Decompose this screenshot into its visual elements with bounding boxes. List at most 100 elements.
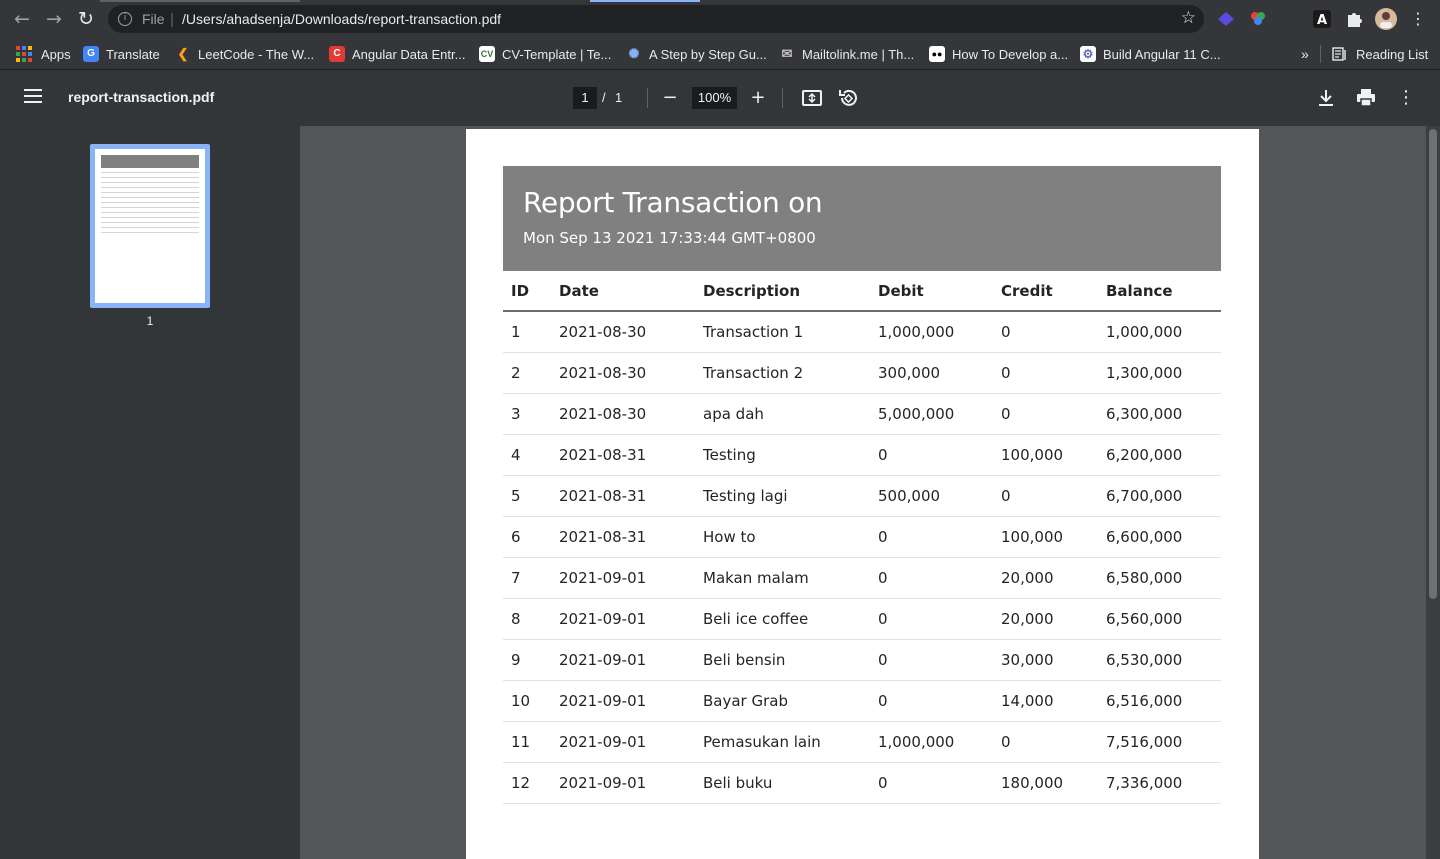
cell-balance: 6,530,000: [1098, 639, 1221, 681]
angular-extension-icon[interactable]: A: [1312, 9, 1332, 29]
column-header-description: Description: [695, 271, 870, 312]
cell-description: Beli ice coffee: [695, 598, 870, 640]
cell-description: Transaction 2: [695, 352, 870, 394]
bookmark-item[interactable]: C Angular Data Entr...: [329, 44, 465, 64]
zoom-in-icon[interactable]: +: [746, 86, 770, 110]
cell-id: 4: [503, 434, 551, 476]
reading-list-button[interactable]: Reading List: [1332, 44, 1428, 64]
bookmark-item[interactable]: G Translate: [83, 44, 160, 64]
cell-credit: 0: [993, 393, 1098, 435]
bookmark-item[interactable]: ✺ A Step by Step Gu...: [626, 44, 767, 64]
cell-date: 2021-08-31: [551, 434, 695, 476]
bookmark-apps[interactable]: Apps: [16, 44, 71, 64]
zoom-input[interactable]: 100%: [692, 87, 737, 109]
table-row: 12 2021-09-01 Beli buku 0 180,000 7,336,000: [503, 762, 1221, 804]
puzzle-extensions-icon[interactable]: [1344, 9, 1364, 29]
cell-balance: 6,300,000: [1098, 393, 1221, 435]
cell-debit: 1,000,000: [870, 311, 993, 353]
leetcode-icon: ❮: [177, 46, 189, 61]
table-header-row: ID Date Description Debit Credit Balance: [503, 271, 1221, 312]
bookmark-label: Translate: [106, 46, 160, 62]
cell-id: 9: [503, 639, 551, 681]
translate-icon: G: [83, 46, 99, 62]
cell-description: Pemasukan lain: [695, 721, 870, 763]
browser-menu-icon[interactable]: ⋮: [1406, 7, 1430, 31]
cell-id: 5: [503, 475, 551, 517]
hamburger-menu-icon[interactable]: [24, 89, 42, 105]
extension-purple-icon[interactable]: [1216, 9, 1236, 29]
rotate-icon[interactable]: [836, 86, 860, 110]
toolbar-divider: [782, 88, 783, 108]
bookmark-star-icon[interactable]: ☆: [1181, 8, 1196, 28]
report-title: Report Transaction on: [523, 186, 823, 219]
pdf-toolbar: report-transaction.pdf 1 / 1 − 100% + ⋮: [0, 70, 1440, 126]
bookmark-label: Angular Data Entr...: [352, 46, 466, 62]
cell-debit: 0: [870, 598, 993, 640]
bookmark-item[interactable]: ❮ LeetCode - The W...: [175, 44, 315, 64]
table-row: 9 2021-09-01 Beli bensin 0 30,000 6,530,000: [503, 639, 1221, 681]
cell-balance: 1,300,000: [1098, 352, 1221, 394]
more-options-icon[interactable]: ⋮: [1394, 86, 1418, 110]
table-row: 2 2021-08-30 Transaction 2 300,000 0 1,300,00…: [503, 352, 1221, 394]
cell-credit: 0: [993, 311, 1098, 353]
table-row: 10 2021-09-01 Bayar Grab 0 14,000 6,516,000: [503, 680, 1221, 722]
cell-debit: 0: [870, 680, 993, 722]
bookmark-label: Mailtolink.me | Th...: [802, 46, 915, 62]
forward-arrow-icon[interactable]: →: [42, 7, 66, 31]
cell-balance: 6,700,000: [1098, 475, 1221, 517]
cv-icon: CV: [479, 46, 495, 62]
cell-id: 3: [503, 393, 551, 435]
bookmark-item[interactable]: ●● How To Develop a...: [929, 44, 1068, 64]
cell-balance: 1,000,000: [1098, 311, 1221, 353]
cell-date: 2021-08-30: [551, 393, 695, 435]
download-icon[interactable]: [1314, 86, 1338, 110]
bookmark-item[interactable]: ⚙ Build Angular 11 C...: [1080, 44, 1221, 64]
column-header-debit: Debit: [870, 271, 993, 312]
back-arrow-icon[interactable]: ←: [10, 7, 34, 31]
bookmark-label: A Step by Step Gu...: [649, 46, 767, 62]
url-text[interactable]: /Users/ahadsenja/Downloads/report-transa…: [182, 11, 501, 27]
page-thumbnail[interactable]: [90, 144, 210, 308]
bookmark-item[interactable]: CV CV-Template | Te...: [479, 44, 611, 64]
avatar[interactable]: [1375, 8, 1397, 30]
cell-balance: 7,516,000: [1098, 721, 1221, 763]
zoom-out-icon[interactable]: −: [658, 86, 682, 110]
cell-debit: 0: [870, 639, 993, 681]
scrollbar-thumb[interactable]: [1429, 129, 1437, 599]
address-bar[interactable]: i File | /Users/ahadsenja/Downloads/repo…: [108, 5, 1204, 33]
tab-indicator: [590, 0, 700, 2]
cell-balance: 6,516,000: [1098, 680, 1221, 722]
reload-icon[interactable]: ↻: [74, 7, 98, 31]
report-date: Mon Sep 13 2021 17:33:44 GMT+0800: [523, 229, 816, 247]
bookmark-label: How To Develop a...: [952, 46, 1069, 62]
cell-description: apa dah: [695, 393, 870, 435]
cell-credit: 180,000: [993, 762, 1098, 804]
report-header: Report Transaction on Mon Sep 13 2021 17…: [503, 166, 1221, 271]
cell-credit: 100,000: [993, 434, 1098, 476]
thumbnail-sidebar: 1: [0, 126, 300, 859]
extension-color-icon[interactable]: [1248, 9, 1268, 29]
column-header-balance: Balance: [1098, 271, 1221, 312]
cell-balance: 6,600,000: [1098, 516, 1221, 558]
cell-balance: 7,336,000: [1098, 762, 1221, 804]
cell-credit: 0: [993, 352, 1098, 394]
thumbnail-page-number: 1: [146, 314, 154, 328]
cell-debit: 5,000,000: [870, 393, 993, 435]
bookmark-label: LeetCode - The W...: [198, 46, 315, 62]
cell-balance: 6,200,000: [1098, 434, 1221, 476]
cell-balance: 6,560,000: [1098, 598, 1221, 640]
bookmarks-overflow-chevron-icon[interactable]: »: [1301, 44, 1309, 64]
thumbnail-page-preview: [95, 149, 205, 303]
pdf-viewer[interactable]: Report Transaction on Mon Sep 13 2021 17…: [300, 126, 1426, 859]
cell-date: 2021-09-01: [551, 639, 695, 681]
column-header-date: Date: [551, 271, 695, 312]
cell-id: 2: [503, 352, 551, 394]
fit-to-page-icon[interactable]: [800, 86, 824, 110]
page-number-input[interactable]: 1: [573, 87, 597, 109]
vertical-scrollbar[interactable]: [1426, 126, 1440, 859]
bookmark-item[interactable]: ✉ Mailtolink.me | Th...: [779, 44, 915, 64]
info-icon[interactable]: i: [118, 12, 132, 26]
cell-id: 10: [503, 680, 551, 722]
print-icon[interactable]: [1354, 86, 1378, 110]
settings-icon: ⚙: [1080, 46, 1096, 62]
